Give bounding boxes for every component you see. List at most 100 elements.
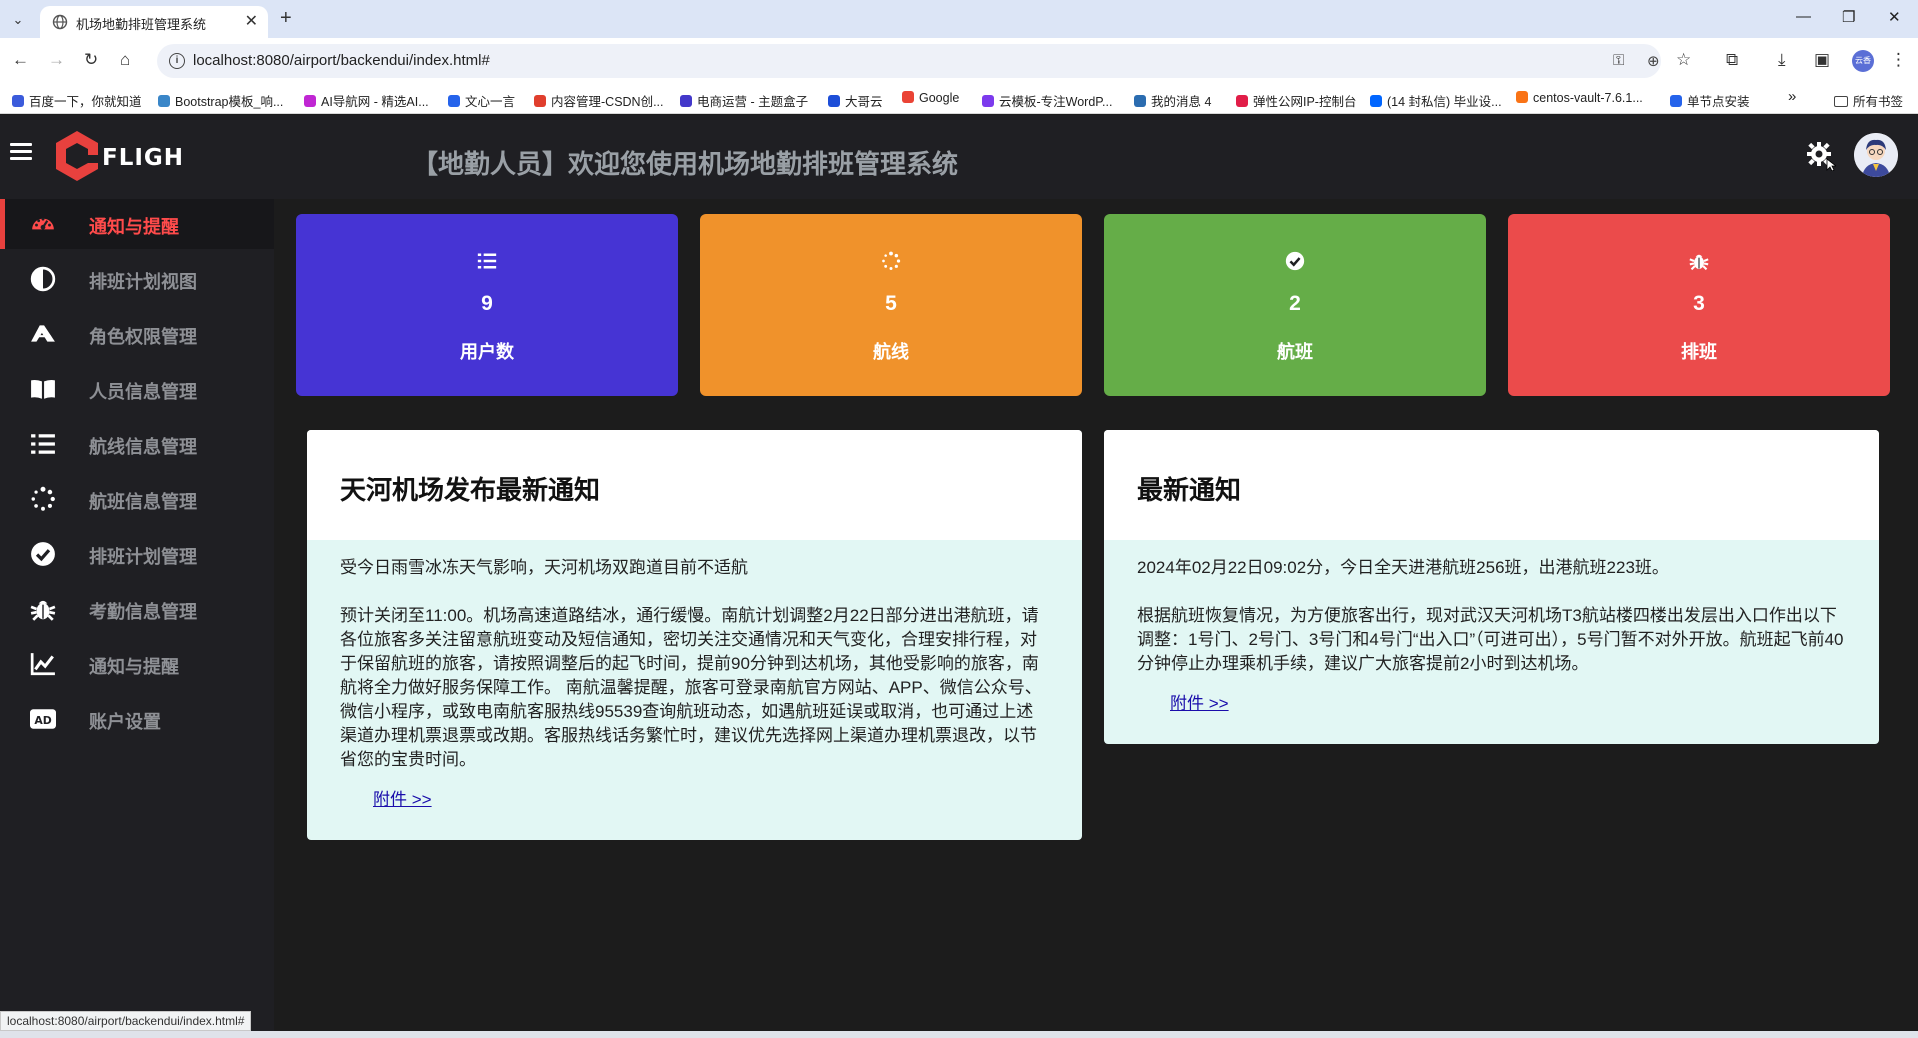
bookmark-item[interactable]: 单节点安装: [1670, 91, 1750, 110]
back-icon[interactable]: ←: [12, 50, 29, 70]
status-bar-url: localhost:8080/airport/backendui/index.h…: [0, 1011, 252, 1031]
browser-profile-avatar[interactable]: 云香: [1852, 50, 1874, 72]
sidebar-item-label: 通知与提醒: [89, 657, 179, 677]
bookmark-item[interactable]: centos-vault-7.6.1...: [1516, 91, 1643, 105]
bug-icon: [1689, 251, 1709, 271]
sidebar-item[interactable]: AD 账户设置: [0, 694, 274, 744]
bookmark-label: centos-vault-7.6.1...: [1533, 91, 1643, 105]
password-key-icon[interactable]: ⚿: [1613, 52, 1624, 69]
stat-value: 2: [1289, 292, 1301, 315]
notice-card: 天河机场发布最新通知 受今日雨雪冰冻天气影响，天河机场双跑道目前不适航 预计关闭至1…: [307, 430, 1082, 840]
attachment-link[interactable]: 附件 >>: [1170, 692, 1229, 716]
logo[interactable]: FLIGH: [52, 129, 202, 183]
sidebar-item-label: 航班信息管理: [89, 492, 197, 512]
sidebar-item[interactable]: 人员信息管理: [0, 364, 274, 414]
sidebar-item[interactable]: 通知与提醒: [0, 639, 274, 689]
tab-search-chevron-icon[interactable]: ⌄: [8, 10, 28, 30]
sidebar-item-label: 排班计划视图: [89, 272, 197, 292]
bookmark-item[interactable]: 电商运营 - 主题盒子: [680, 91, 808, 110]
home-icon[interactable]: ⌂: [120, 50, 130, 70]
bookmark-item[interactable]: (14 封私信) 毕业设...: [1370, 91, 1502, 110]
bookmark-item[interactable]: 我的消息 4: [1134, 91, 1211, 110]
sidebar-item[interactable]: 航班信息管理: [0, 474, 274, 524]
sidebar-item[interactable]: 排班计划视图: [0, 254, 274, 304]
all-bookmarks[interactable]: 所有书签: [1834, 91, 1903, 110]
bookmark-label: 文心一言: [465, 95, 516, 109]
sidebar-item-label: 航线信息管理: [89, 437, 197, 457]
hamburger-menu-icon[interactable]: [10, 143, 32, 161]
bookmark-item[interactable]: 百度一下，你就知道: [12, 91, 142, 110]
bookmark-label: 单节点安装: [1687, 95, 1750, 109]
forward-icon[interactable]: →: [48, 50, 65, 70]
stat-label: 航班: [1277, 342, 1313, 362]
bookmark-favicon-icon: [304, 95, 316, 107]
stat-label: 航线: [873, 342, 909, 362]
bookmark-label: (14 封私信) 毕业设...: [1387, 95, 1502, 109]
site-info-icon[interactable]: i: [169, 53, 185, 69]
gauge-icon: [30, 211, 58, 237]
tab-title: 机场地勤排班管理系统: [76, 17, 207, 32]
bookmark-item[interactable]: Google: [902, 91, 959, 105]
stat-card[interactable]: 9 用户数: [296, 214, 678, 396]
notice-header: 天河机场发布最新通知: [307, 430, 1082, 540]
contrast-icon: [30, 266, 58, 292]
browser-tab[interactable]: 机场地勤排班管理系统 ✕: [40, 6, 268, 38]
bookmark-item[interactable]: AI导航网 - 精选AI...: [304, 91, 429, 110]
minimize-icon[interactable]: —: [1796, 8, 1811, 25]
new-tab-icon[interactable]: +: [280, 7, 292, 30]
bookmark-item[interactable]: 弹性公网IP-控制台: [1236, 91, 1356, 110]
stat-card[interactable]: 2 航班: [1104, 214, 1486, 396]
sidebar-item[interactable]: 角色权限管理: [0, 309, 274, 359]
bookmark-favicon-icon: [1516, 91, 1528, 103]
bookmark-item[interactable]: 大哥云: [828, 91, 883, 110]
attachment-link[interactable]: 附件 >>: [373, 788, 432, 812]
bookmark-label: Google: [919, 91, 960, 105]
logo-mark-icon: [56, 131, 100, 181]
bookmark-item[interactable]: Bootstrap模板_响...: [158, 91, 283, 110]
bookmark-label: 百度一下，你就知道: [29, 95, 142, 109]
user-avatar-icon: [1854, 133, 1898, 177]
download-icon[interactable]: ⤓: [1778, 50, 1786, 70]
bookmark-favicon-icon: [12, 95, 24, 107]
bookmark-favicon-icon: [982, 95, 994, 107]
side-panel-icon[interactable]: ▣: [1814, 50, 1830, 70]
bookmark-star-icon[interactable]: ☆: [1676, 50, 1691, 70]
browser-toolbar: ← → ↻ ⌂ i localhost:8080/airport/backend…: [0, 38, 1918, 84]
chart-line-icon: [30, 651, 58, 677]
bookmark-label: 内容管理-CSDN创...: [551, 95, 664, 109]
window-bottom-edge: [0, 1031, 1918, 1038]
bookmark-favicon-icon: [1236, 95, 1248, 107]
bookmark-item[interactable]: 文心一言: [448, 91, 515, 110]
stat-label: 用户数: [460, 342, 514, 362]
all-bookmarks-label: 所有书签: [1853, 95, 1904, 109]
restore-icon[interactable]: ❐: [1842, 8, 1855, 26]
settings-gear-icon[interactable]: [1806, 141, 1836, 171]
window-close-icon[interactable]: ✕: [1888, 8, 1901, 26]
address-bar[interactable]: i localhost:8080/airport/backendui/index…: [157, 44, 1661, 78]
bookmark-favicon-icon: [534, 95, 546, 107]
sidebar-item[interactable]: 航线信息管理: [0, 419, 274, 469]
url-text[interactable]: localhost:8080/airport/backendui/index.h…: [193, 52, 490, 69]
list-icon: [477, 251, 497, 271]
bookmark-item[interactable]: 云模板-专注WordP...: [982, 91, 1112, 110]
bookmarks-bar: 百度一下，你就知道 Bootstrap模板_响... AI导航网 - 精选AI...…: [0, 84, 1918, 114]
sidebar-item[interactable]: 通知与提醒: [0, 199, 274, 249]
bookmarks-overflow-icon[interactable]: »: [1788, 88, 1796, 105]
bookmark-item[interactable]: 内容管理-CSDN创...: [534, 91, 664, 110]
notice-paragraph: 预计关闭至11:00。机场高速道路结冰，通行缓慢。南航计划调整2月22日部分进出…: [340, 606, 1042, 769]
notice-card: 最新通知 2024年02月22日09:02分，今日全天进港航班256班，出港航班2…: [1104, 430, 1879, 744]
book-icon: [30, 376, 58, 402]
reload-icon[interactable]: ↻: [84, 50, 98, 70]
sidebar-item[interactable]: 考勤信息管理: [0, 584, 274, 634]
sidebar-item[interactable]: 排班计划管理: [0, 529, 274, 579]
notice-body: 受今日雨雪冰冻天气影响，天河机场双跑道目前不适航 预计关闭至11:00。机场高速道…: [307, 540, 1082, 840]
stat-card[interactable]: 5 航线: [700, 214, 1082, 396]
app-header: FLIGH 【地勤人员】欢迎您使用机场地勤排班管理系统: [0, 115, 1918, 199]
zoom-icon[interactable]: ⊕: [1647, 52, 1660, 70]
user-avatar[interactable]: [1854, 133, 1898, 177]
extensions-icon[interactable]: ⧉: [1726, 50, 1738, 70]
stat-label: 排班: [1681, 342, 1717, 362]
tab-close-icon[interactable]: ✕: [245, 11, 258, 31]
stat-card[interactable]: 3 排班: [1508, 214, 1890, 396]
menu-kebab-icon[interactable]: ⋮: [1890, 50, 1907, 70]
